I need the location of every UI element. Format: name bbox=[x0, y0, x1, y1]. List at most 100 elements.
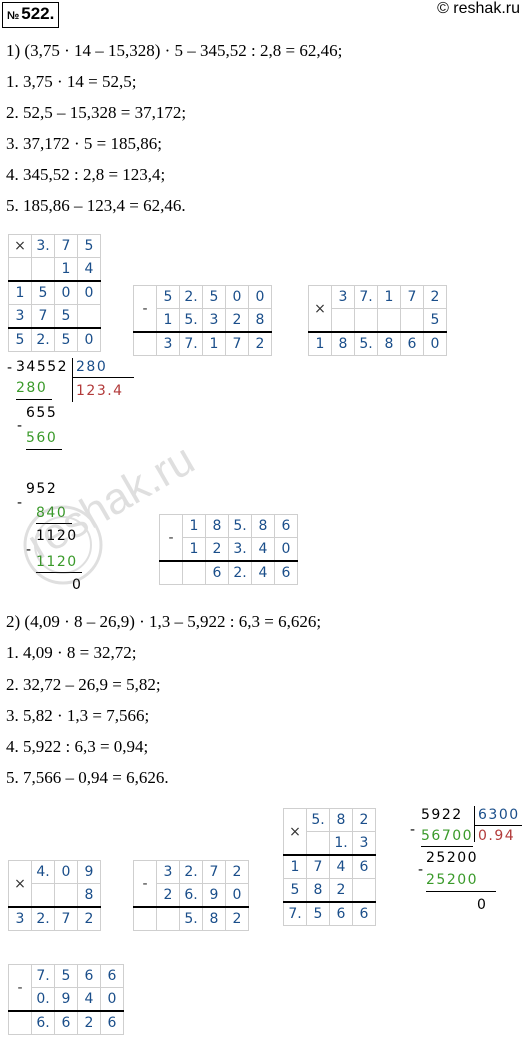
digit: 2 bbox=[77, 906, 101, 931]
digit: 7 bbox=[306, 854, 330, 879]
digit: 5. bbox=[179, 308, 203, 333]
part1-subtraction-1: -5 2. 5 0 0 1 5. 3 2 8 3 7. 1 7 2 bbox=[133, 285, 272, 356]
digit: 4 bbox=[251, 537, 275, 562]
digit: 4 bbox=[251, 560, 275, 585]
division-step: 1120 bbox=[36, 528, 78, 544]
digit: 0 bbox=[225, 883, 249, 908]
digit: 1 bbox=[156, 308, 180, 333]
digit: 5 bbox=[54, 327, 78, 352]
minus-sign: - bbox=[133, 285, 157, 333]
minus-sign: - bbox=[410, 822, 417, 838]
digit: 2. bbox=[179, 285, 203, 309]
division-step: 280 bbox=[16, 380, 48, 396]
digit: 7 bbox=[31, 304, 55, 329]
multiply-sign: × bbox=[8, 860, 32, 908]
quotient: 123.4 bbox=[76, 383, 124, 399]
digit: 2 bbox=[225, 308, 249, 333]
digit: 7 bbox=[400, 285, 424, 309]
digit: 2. bbox=[179, 860, 203, 884]
minus-sign: - bbox=[159, 514, 183, 562]
digit: 5. bbox=[179, 906, 203, 931]
digit: 7. bbox=[283, 901, 307, 926]
dividend: 34552 bbox=[16, 359, 69, 375]
digit: 9 bbox=[54, 987, 78, 1012]
digit: 8 bbox=[306, 878, 330, 903]
digit: 3 bbox=[156, 860, 180, 884]
digit: 5 bbox=[156, 285, 180, 309]
digit: 3 bbox=[331, 285, 355, 309]
multiply-sign: × bbox=[308, 285, 332, 333]
division-step: 0 bbox=[72, 577, 83, 593]
digit: 1 bbox=[182, 514, 206, 538]
digit: 2 bbox=[225, 860, 249, 884]
digit: 6 bbox=[274, 514, 298, 538]
part2-step-2: 2. 32,72 – 26,9 = 5,82; bbox=[6, 675, 161, 694]
part2-step-1: 1. 4,09 · 8 = 32,72; bbox=[6, 643, 137, 662]
part2-expression: 2) (4,09 · 8 – 26,9) · 1,3 – 5,922 : 6,3… bbox=[6, 612, 322, 631]
digit: 8 bbox=[202, 906, 226, 931]
digit: 9 bbox=[77, 860, 101, 884]
digit: 3 bbox=[156, 331, 180, 356]
part2-subtraction-1: -3 2. 7 2 2 6. 9 0 5. 8 2 bbox=[133, 860, 249, 931]
digit: 2 bbox=[423, 285, 447, 309]
digit: 5 bbox=[54, 964, 78, 988]
digit: 2. bbox=[228, 560, 252, 585]
digit: 7 bbox=[54, 234, 78, 258]
digit: 4. bbox=[31, 860, 55, 884]
part1-expression: 1) (3,75 · 14 – 15,328) · 5 – 345,52 : 2… bbox=[6, 41, 343, 60]
digit: 6 bbox=[100, 1010, 124, 1035]
digit: 0 bbox=[225, 285, 249, 309]
digit: 5 bbox=[306, 901, 330, 926]
digit: 3. bbox=[31, 234, 55, 258]
division-step: 560 bbox=[26, 430, 58, 446]
quotient: 0.94 bbox=[478, 828, 516, 844]
division-step: 1120 bbox=[36, 554, 78, 570]
digit: 6 bbox=[352, 901, 376, 926]
digit: 5 bbox=[31, 280, 55, 305]
digit: 2 bbox=[225, 906, 249, 931]
part1-step-2: 2. 52,5 – 15,328 = 37,172; bbox=[6, 103, 187, 122]
digit: 7 bbox=[54, 906, 78, 931]
digit: 1 bbox=[283, 854, 307, 879]
digit: 1 bbox=[377, 285, 401, 309]
part2-multiplication-2: × 5. 8 2 1. 3 1746 582 7. 5 6 6 bbox=[283, 808, 376, 926]
digit: 4 bbox=[77, 987, 101, 1012]
multiply-sign: × bbox=[8, 234, 32, 258]
digit: 2 bbox=[205, 537, 229, 562]
digit: 2. bbox=[31, 906, 55, 931]
digit: 9 bbox=[202, 883, 226, 908]
dividend: 5922 bbox=[421, 807, 463, 823]
digit: 0 bbox=[100, 987, 124, 1012]
division-step: 655 bbox=[26, 405, 58, 421]
digit: 3 bbox=[8, 304, 32, 329]
digit: 0 bbox=[54, 860, 78, 884]
part2-subtraction-2: -7. 5 6 6 0. 9 4 0 6. 6 2 6 bbox=[8, 964, 124, 1035]
minus-sign: - bbox=[418, 862, 425, 878]
minus-sign: - bbox=[17, 495, 24, 511]
digit: 8 bbox=[377, 331, 401, 356]
digit: 7. bbox=[354, 285, 378, 309]
digit: 2 bbox=[77, 1010, 101, 1035]
part1-subtraction-2: -1 8 5. 8 6 1 2 3. 4 0 6 2. 4 6 bbox=[159, 514, 298, 585]
division-step: 56700 bbox=[421, 828, 474, 844]
digit: 8 bbox=[248, 308, 272, 333]
divisor: 280 bbox=[76, 359, 108, 375]
digit: 2 bbox=[248, 331, 272, 356]
divisor: 6300 bbox=[478, 807, 520, 823]
minus-sign: - bbox=[133, 860, 157, 908]
part1-step-4: 4. 345,52 : 2,8 = 123,4; bbox=[6, 165, 166, 184]
digit: 4 bbox=[329, 854, 353, 879]
digit: 0. bbox=[31, 987, 55, 1012]
digit: 1 bbox=[54, 257, 78, 282]
digit: 6 bbox=[100, 964, 124, 988]
minus-sign: - bbox=[7, 360, 14, 376]
digit: 6 bbox=[54, 1010, 78, 1035]
digit: 0 bbox=[77, 327, 101, 352]
digit: 3 bbox=[8, 906, 32, 931]
digit: 0 bbox=[54, 280, 78, 305]
part2-multiplication-1: × 4. 0 9 8 3 2. 7 2 bbox=[8, 860, 101, 931]
site-credit: © reshak.ru bbox=[437, 0, 520, 17]
digit: 0 bbox=[274, 537, 298, 562]
digit: 2. bbox=[31, 327, 55, 352]
digit: 5 bbox=[423, 308, 447, 333]
